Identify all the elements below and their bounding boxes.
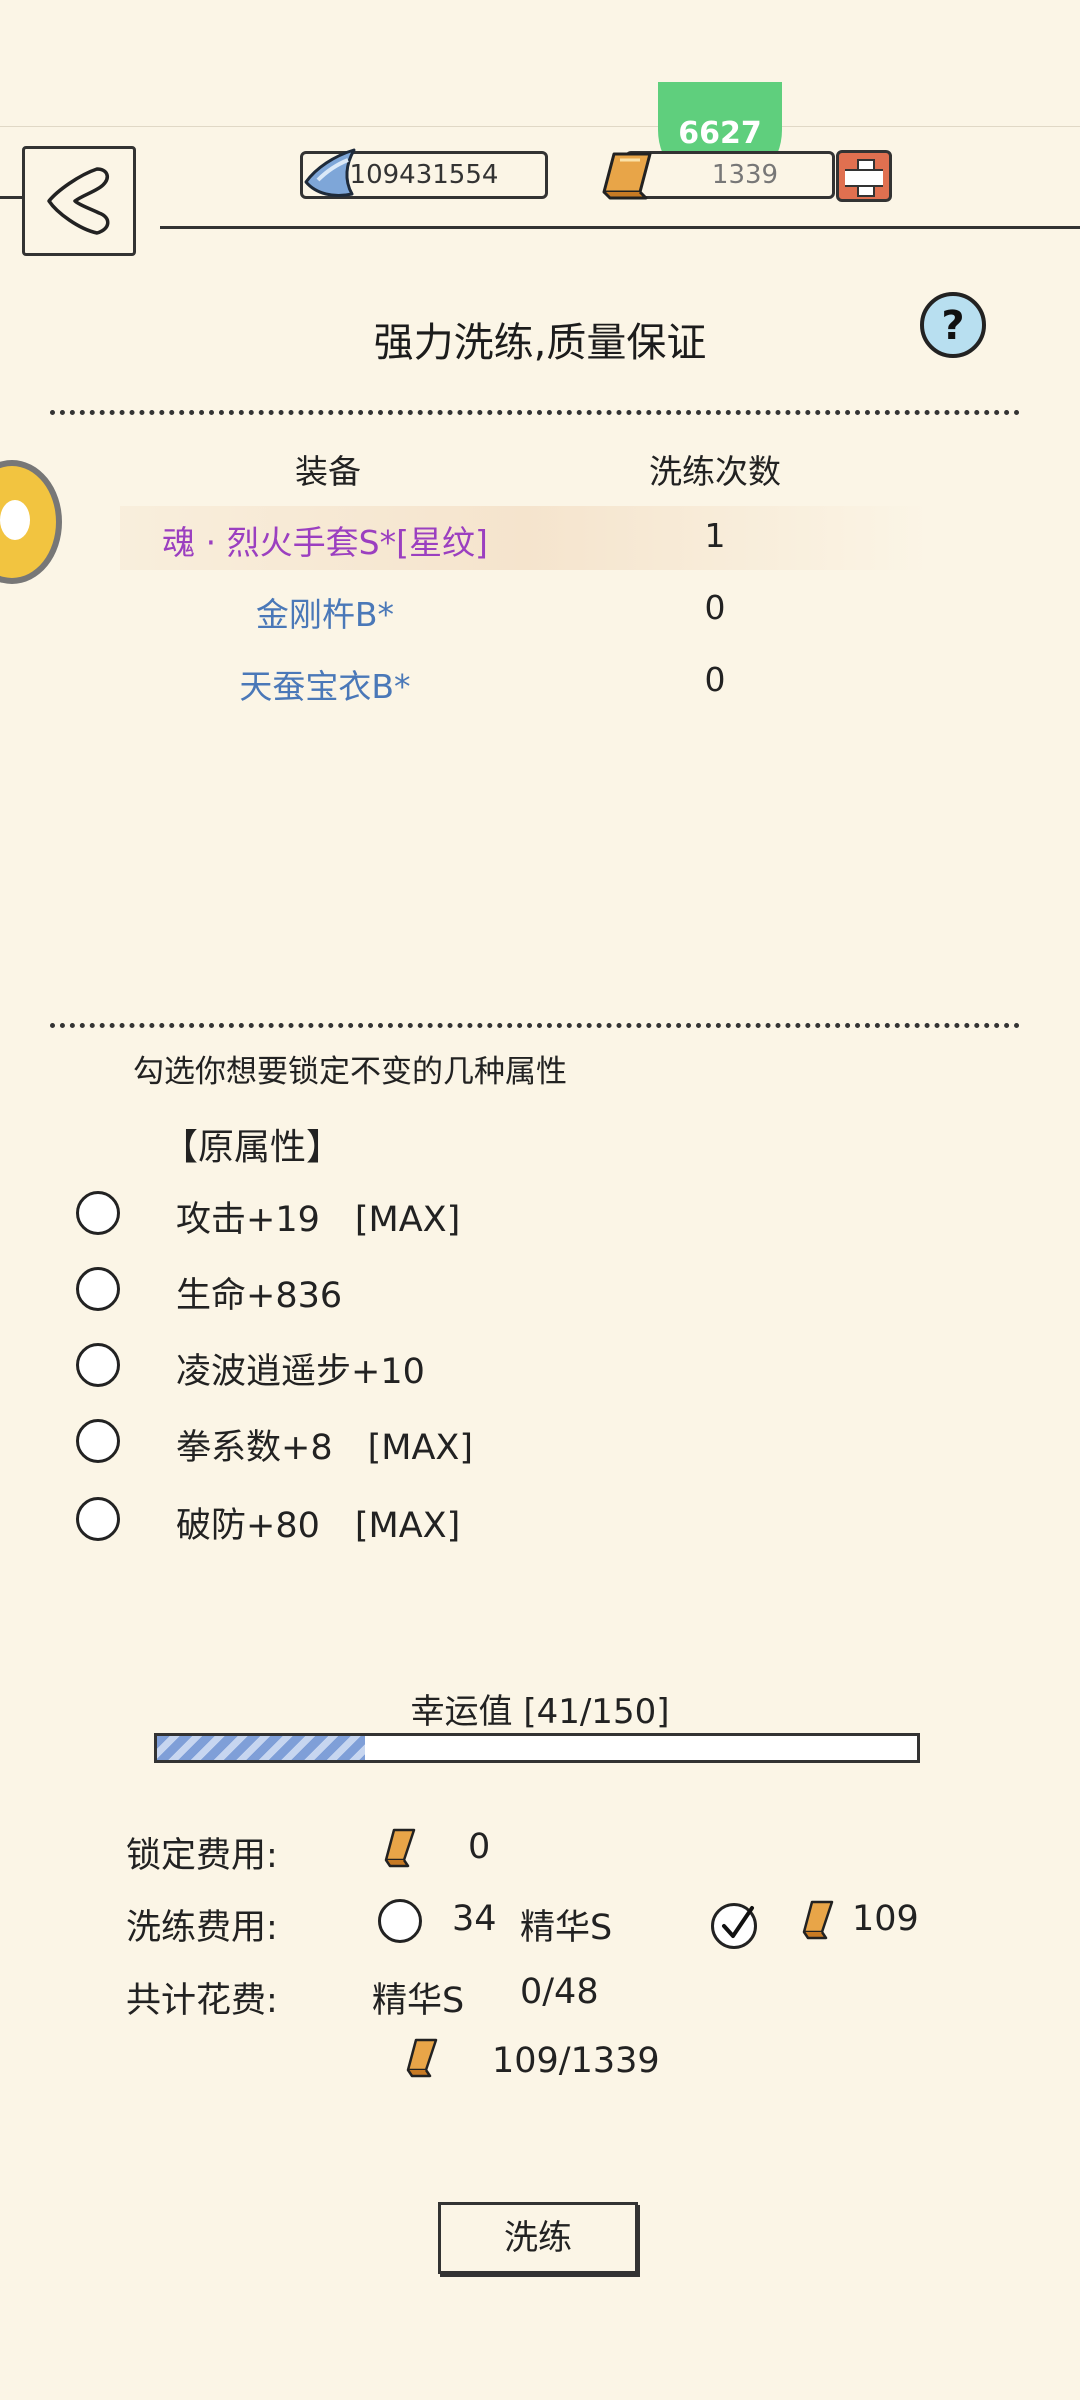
attribute-3: 凌波逍遥步+10 <box>176 1352 425 1392</box>
gold-bar-icon <box>406 2038 438 2078</box>
equipment-row-3[interactable]: 天蚕宝衣B* <box>120 660 530 708</box>
dotted-divider-middle <box>50 1023 1020 1028</box>
attribute-4: 拳系数+8 [MAX] <box>176 1428 474 1468</box>
gold-bar-icon <box>602 152 652 200</box>
side-avatar-icon[interactable] <box>0 460 62 584</box>
header-refine-count: 洗练次数 <box>649 452 781 491</box>
luck-progress-bar <box>154 1733 920 1763</box>
header-line-right <box>160 226 1080 229</box>
back-button[interactable] <box>22 146 136 256</box>
total-gold-value: 109/1339 <box>492 2041 660 2081</box>
lock-radio-3[interactable] <box>76 1343 120 1387</box>
dotted-divider-top <box>50 410 1020 415</box>
gold-bar-icon <box>802 1900 834 1940</box>
equipment-row-2[interactable]: 金刚杵B* <box>120 588 530 636</box>
attribute-5: 破防+80 [MAX] <box>176 1506 461 1546</box>
silver-ingot-icon <box>304 148 356 197</box>
header-equipment: 装备 <box>295 452 361 491</box>
luck-progress-fill <box>157 1736 365 1760</box>
lock-radio-2[interactable] <box>76 1267 120 1311</box>
refine-count-row-3: 0 <box>704 660 726 699</box>
luck-label: 幸运值 [41/150] <box>410 1692 670 1732</box>
header-line-left <box>0 196 22 199</box>
currency-gold-value: 1339 <box>711 160 779 190</box>
original-attributes-title: 【原属性】 <box>162 1127 343 1168</box>
refine-option-essence-radio[interactable] <box>378 1899 422 1943</box>
lock-hint: 勾选你想要锁定不变的几种属性 <box>133 1054 567 1090</box>
lock-cost-value: 0 <box>468 1827 491 1867</box>
checkmark-icon <box>722 1906 754 1938</box>
refine-count-row-1: 1 <box>704 516 726 555</box>
page-title: 强力洗练,质量保证 <box>373 320 707 366</box>
refine-count-row-2: 0 <box>704 588 726 627</box>
attribute-2: 生命+836 <box>176 1276 343 1316</box>
lock-radio-4[interactable] <box>76 1419 120 1463</box>
add-currency-button[interactable] <box>836 150 892 202</box>
refine-option-gold-radio[interactable] <box>711 1903 757 1949</box>
lock-radio-1[interactable] <box>76 1191 120 1235</box>
lock-cost-label: 锁定费用: <box>126 1836 278 1876</box>
back-arrow-icon <box>47 167 110 235</box>
total-essence-name: 精华S <box>372 1981 465 2021</box>
refine-option-gold-amount: 109 <box>852 1899 919 1939</box>
total-cost-label: 共计花费: <box>126 1981 278 2021</box>
attribute-1: 攻击+19 [MAX] <box>176 1200 461 1240</box>
refine-option-essence-name: 精华S <box>520 1908 613 1948</box>
help-button[interactable]: ? <box>920 292 986 358</box>
refine-button[interactable]: 洗练 <box>438 2202 638 2274</box>
refine-option-essence-amount: 34 <box>452 1899 497 1939</box>
total-essence-value: 0/48 <box>520 1972 599 2012</box>
lock-radio-5[interactable] <box>76 1497 120 1541</box>
top-divider <box>0 126 1080 127</box>
equipment-row-1[interactable]: 魂 · 烈火手套S*[星纹] <box>120 516 530 564</box>
refine-cost-label: 洗练费用: <box>126 1908 278 1948</box>
gold-bar-icon <box>384 1828 416 1868</box>
currency-silver-value: 109431554 <box>349 160 499 190</box>
level-badge-value: 6627 <box>678 116 762 151</box>
